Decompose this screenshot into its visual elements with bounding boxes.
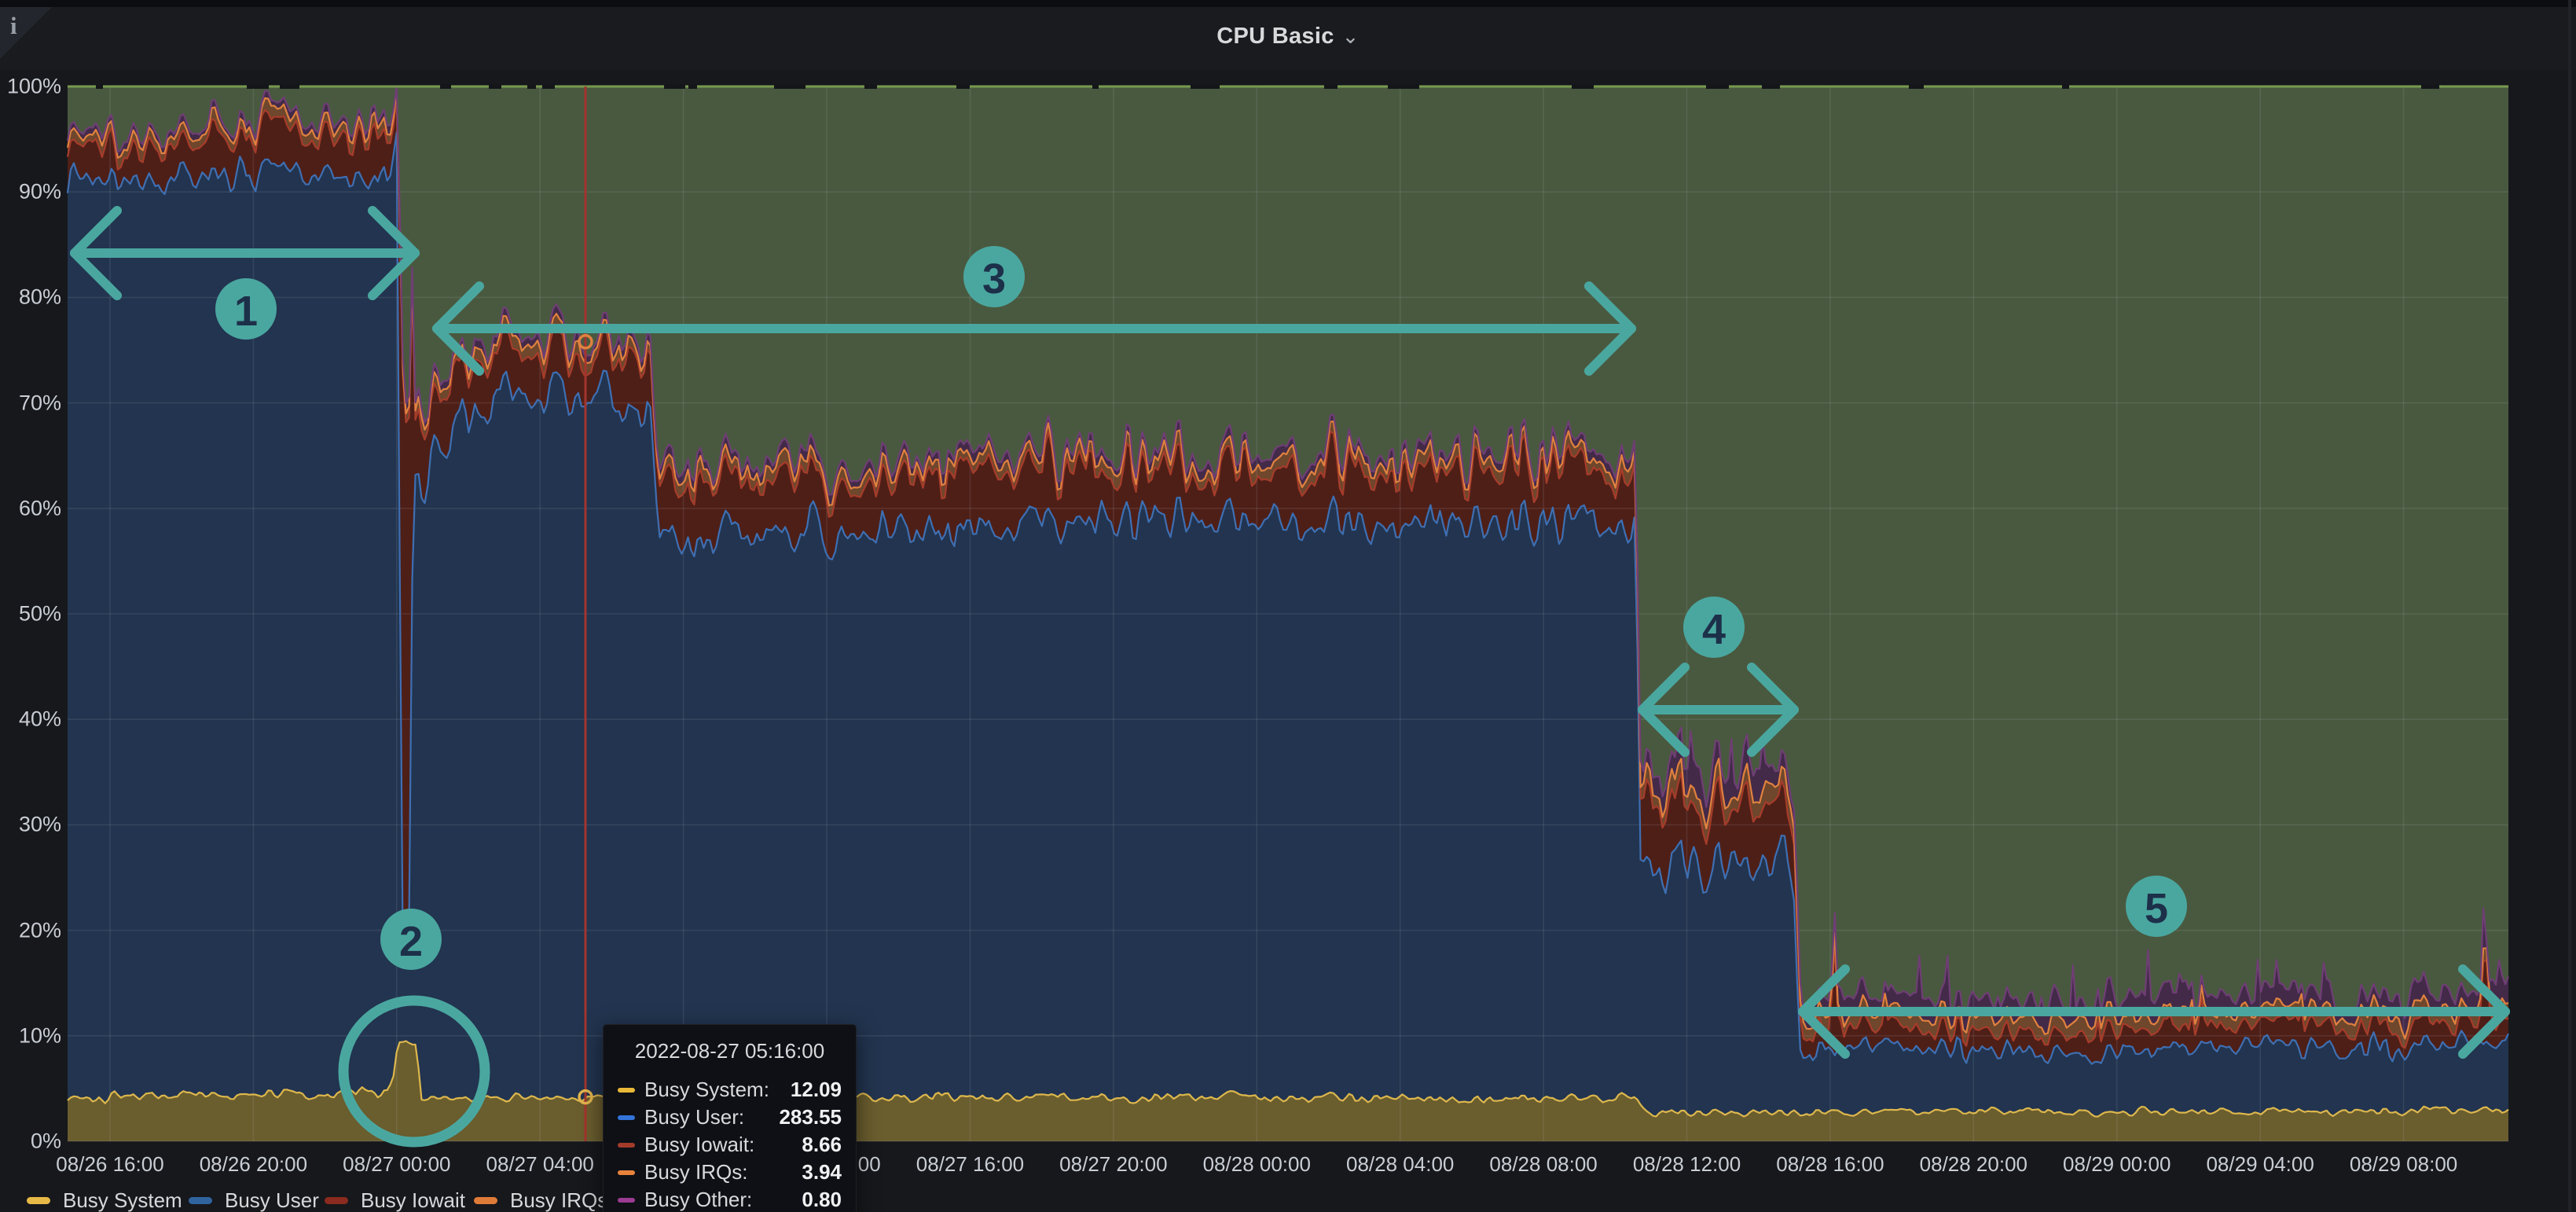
idle-line-notch bbox=[688, 84, 697, 89]
idle-line-notch bbox=[1324, 84, 1338, 89]
tooltip-row: Busy Iowait:8.66 bbox=[618, 1131, 842, 1159]
x-axis-label: 08/28 08:00 bbox=[1489, 1152, 1597, 1177]
tooltip-label: Busy IRQs: bbox=[644, 1160, 802, 1184]
legend-swatch bbox=[325, 1197, 348, 1204]
tooltip-value: 8.66 bbox=[802, 1133, 842, 1157]
x-axis-label: 08/27 00:00 bbox=[343, 1152, 450, 1177]
tooltip-row: Busy Other:0.80 bbox=[618, 1186, 842, 1212]
y-axis-label: 40% bbox=[19, 707, 61, 732]
x-axis-label: 08/27 16:00 bbox=[916, 1152, 1024, 1177]
x-axis-label: 08/28 04:00 bbox=[1346, 1152, 1454, 1177]
x-axis-label: 08/27 20:00 bbox=[1059, 1152, 1167, 1177]
legend-item-busy-iowait[interactable]: Busy Iowait bbox=[325, 1187, 465, 1212]
tooltip-title: 2022-08-27 05:16:00 bbox=[618, 1039, 842, 1063]
idle-line-notch bbox=[1092, 84, 1099, 89]
idle-line-notch bbox=[2421, 84, 2439, 89]
tooltip-swatch bbox=[618, 1088, 635, 1093]
idle-line-notch bbox=[1197, 84, 1220, 89]
x-axis-label: 08/28 16:00 bbox=[1776, 1152, 1884, 1177]
legend-swatch bbox=[189, 1197, 212, 1204]
cpu-usage-chart[interactable]: 1 2 3 4 5 bbox=[0, 0, 2576, 1212]
grafana-panel: CPU Basic⌄ i 12345 100%90%80%70%60%50%40… bbox=[0, 0, 2576, 1212]
y-axis-label: 0% bbox=[31, 1129, 61, 1154]
legend-label: Busy User bbox=[225, 1188, 319, 1212]
tooltip-swatch bbox=[618, 1198, 635, 1203]
idle-line-notch bbox=[782, 84, 805, 89]
idle-line-notch bbox=[489, 84, 501, 89]
legend-label: Busy System bbox=[63, 1188, 182, 1212]
legend-label: Busy IRQs bbox=[510, 1188, 607, 1212]
x-axis-label: 08/28 20:00 bbox=[1920, 1152, 2027, 1177]
tooltip-row: Busy User:283.55 bbox=[618, 1104, 842, 1131]
annotation-number: 3 bbox=[982, 255, 1006, 303]
idle-line-notch bbox=[2062, 84, 2069, 89]
legend-swatch bbox=[27, 1197, 50, 1204]
x-axis-label: 08/29 00:00 bbox=[2063, 1152, 2171, 1177]
y-axis-label: 30% bbox=[19, 813, 61, 837]
tooltip-value: 0.80 bbox=[802, 1188, 842, 1212]
x-axis-label: 08/27 04:00 bbox=[486, 1152, 594, 1177]
tooltip-swatch bbox=[618, 1143, 635, 1148]
idle-line-notch bbox=[247, 84, 269, 89]
tooltip-label: Busy System: bbox=[644, 1078, 791, 1102]
idle-line-notch bbox=[542, 84, 555, 89]
x-axis-label: 08/26 20:00 bbox=[200, 1152, 307, 1177]
legend-label: Busy Iowait bbox=[361, 1188, 465, 1212]
legend-item-busy-system[interactable]: Busy System bbox=[27, 1187, 182, 1212]
tooltip-label: Busy Other: bbox=[644, 1188, 802, 1212]
idle-line-notch bbox=[1402, 84, 1419, 89]
y-axis-label: 80% bbox=[19, 285, 61, 310]
idle-line-notch bbox=[864, 84, 877, 89]
tooltip-value: 12.09 bbox=[791, 1078, 842, 1102]
tooltip-value: 283.55 bbox=[779, 1105, 842, 1129]
y-axis-label: 70% bbox=[19, 391, 61, 415]
x-axis-label: 08/28 12:00 bbox=[1633, 1152, 1741, 1177]
x-axis-label: 08/26 16:00 bbox=[56, 1152, 163, 1177]
idle-line-notch bbox=[1706, 84, 1729, 89]
legend-item-busy-irqs[interactable]: Busy IRQs bbox=[474, 1187, 607, 1212]
tooltip: 2022-08-27 05:16:00 Busy System:12.09Bus… bbox=[603, 1024, 857, 1212]
legend: Busy System Busy User Busy Iowait Busy IRQs bbox=[0, 1187, 2576, 1212]
idle-line-notch bbox=[527, 84, 536, 89]
tooltip-swatch bbox=[618, 1115, 635, 1120]
x-axis-label: 08/28 00:00 bbox=[1203, 1152, 1311, 1177]
annotation-number: 2 bbox=[399, 918, 423, 965]
tooltip-label: Busy User: bbox=[644, 1105, 779, 1129]
tooltip-row: Busy System:12.09 bbox=[618, 1076, 842, 1104]
tooltip-row: Busy IRQs:3.94 bbox=[618, 1159, 842, 1186]
y-axis-label: 90% bbox=[19, 180, 61, 204]
legend-swatch bbox=[474, 1197, 497, 1204]
annotation-number: 5 bbox=[2145, 885, 2168, 932]
y-axis-label: 10% bbox=[19, 1023, 61, 1048]
panel-edge-line bbox=[2568, 0, 2571, 1212]
idle-line-notch bbox=[280, 84, 299, 89]
tooltip-swatch bbox=[618, 1170, 635, 1175]
idle-line-notch bbox=[440, 84, 451, 89]
y-axis-label: 60% bbox=[19, 496, 61, 520]
annotation-number: 1 bbox=[234, 288, 258, 335]
idle-line-notch bbox=[1572, 84, 1594, 89]
x-axis-label: 08/29 08:00 bbox=[2350, 1152, 2457, 1177]
idle-line-notch bbox=[1762, 84, 1780, 89]
idle-line-notch bbox=[96, 84, 103, 89]
idle-line-notch bbox=[664, 84, 685, 89]
y-axis-label: 50% bbox=[19, 602, 61, 626]
tooltip-label: Busy Iowait: bbox=[644, 1133, 802, 1157]
idle-line-notch bbox=[956, 84, 970, 89]
tooltip-value: 3.94 bbox=[802, 1160, 842, 1184]
legend-item-busy-user[interactable]: Busy User bbox=[189, 1187, 319, 1212]
idle-line-notch bbox=[1909, 84, 1924, 89]
y-axis-label: 100% bbox=[7, 75, 61, 99]
annotation-number: 4 bbox=[1702, 606, 1726, 653]
y-axis-label: 20% bbox=[19, 918, 61, 942]
x-axis-label: 08/29 04:00 bbox=[2206, 1152, 2314, 1177]
